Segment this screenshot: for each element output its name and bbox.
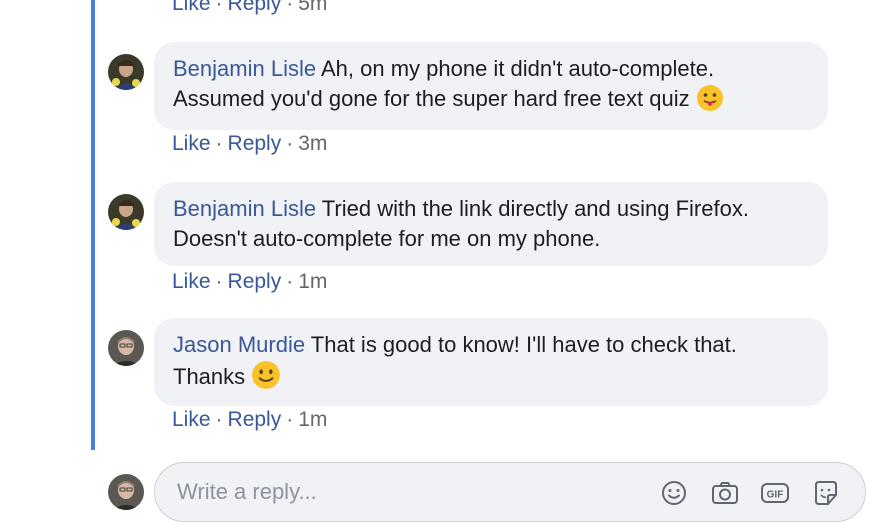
- comment-time: 1m: [298, 270, 328, 293]
- reply-link[interactable]: Reply: [228, 0, 282, 15]
- comment-time: 1m: [298, 408, 328, 431]
- comment-text: Assumed you'd gone for the super hard fr…: [173, 86, 690, 111]
- comment-author[interactable]: Benjamin Lisle: [173, 196, 316, 221]
- reply-input[interactable]: [177, 477, 617, 507]
- like-link[interactable]: Like: [172, 0, 211, 15]
- avatar[interactable]: [108, 194, 144, 230]
- comment-meta-top: Like · Reply · 5m: [172, 0, 327, 16]
- comment-text: Thanks: [173, 364, 246, 389]
- gif-icon[interactable]: GIF: [760, 478, 790, 508]
- comment-text: Tried with the link directly and using F…: [321, 196, 749, 221]
- reply-link[interactable]: Reply: [228, 408, 282, 431]
- reply-link[interactable]: Reply: [228, 132, 282, 155]
- reply-composer: GIF: [154, 462, 866, 522]
- sticker-icon[interactable]: [811, 478, 841, 508]
- avatar[interactable]: [108, 474, 144, 510]
- comment-author[interactable]: Jason Murdie: [173, 332, 305, 357]
- comment-time: 5m: [298, 0, 328, 15]
- comment-bubble: Benjamin Lisle Tried with the link direc…: [154, 182, 828, 266]
- comment-author[interactable]: Benjamin Lisle: [173, 56, 316, 81]
- avatar[interactable]: [108, 330, 144, 366]
- smile-emoji-icon: [251, 360, 281, 398]
- comment-meta: Like · Reply · 1m: [172, 270, 328, 293]
- comment-meta: Like · Reply · 1m: [172, 408, 328, 431]
- like-link[interactable]: Like: [172, 132, 211, 155]
- tongue-out-emoji-icon: [696, 84, 724, 120]
- comment-meta: Like · Reply · 3m: [172, 132, 328, 155]
- camera-icon[interactable]: [710, 478, 740, 508]
- comment-text: Ah, on my phone it didn't auto-complete.: [320, 56, 715, 81]
- comment-text: That is good to know! I'll have to check…: [310, 332, 737, 357]
- comment-bubble: Benjamin Lisle Ah, on my phone it didn't…: [154, 42, 828, 130]
- emoji-icon[interactable]: [659, 478, 689, 508]
- reply-link[interactable]: Reply: [228, 270, 282, 293]
- like-link[interactable]: Like: [172, 408, 211, 431]
- thread-line: [91, 0, 95, 450]
- avatar[interactable]: [108, 54, 144, 90]
- like-link[interactable]: Like: [172, 270, 211, 293]
- comment-time: 3m: [298, 132, 328, 155]
- comment-text: Doesn't auto-complete for me on my phone…: [173, 226, 601, 251]
- comment-bubble: Jason Murdie That is good to know! I'll …: [154, 318, 828, 406]
- svg-text:GIF: GIF: [767, 490, 784, 501]
